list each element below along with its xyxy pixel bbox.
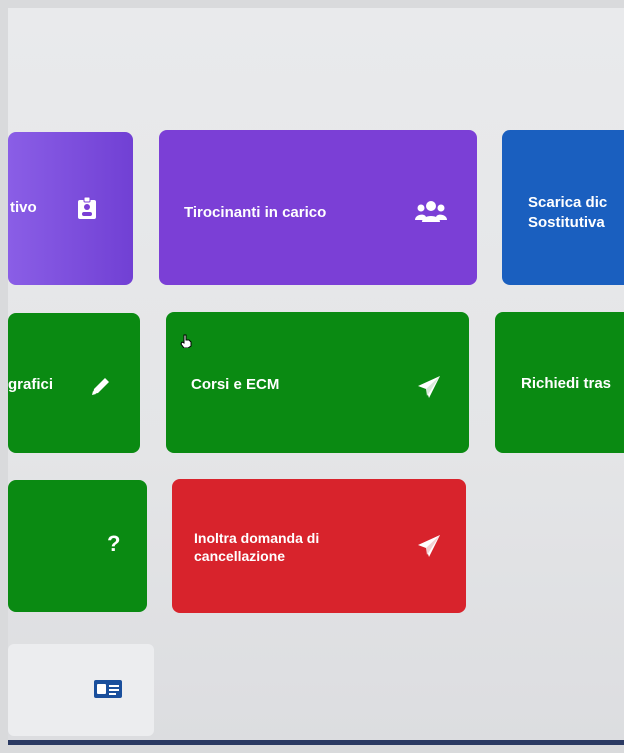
tile-anagrafici-label: grafici	[8, 376, 54, 393]
tile-help[interactable]: ?	[8, 480, 147, 612]
tile-scarica-label: Scarica dic Sostitutiva	[528, 194, 608, 231]
users-icon	[414, 198, 448, 224]
hand-cursor-icon	[180, 334, 192, 349]
tile-tirocinanti[interactable]: Tirocinanti in carico	[159, 130, 477, 285]
pencil-icon	[88, 373, 114, 399]
tile-anagrafici[interactable]: grafici	[8, 313, 140, 453]
tile-inoltra-cancellazione[interactable]: Inoltra domanda di cancellazione	[172, 479, 466, 613]
tile-richiedi-trasferimento[interactable]: Richiedi tras	[495, 312, 624, 453]
tile-richiedi-label: Richiedi tras	[521, 375, 612, 392]
tile-inoltra-label: Inoltra domanda di cancellazione	[194, 530, 320, 564]
tile-attivo[interactable]: tivo	[8, 132, 133, 285]
bottom-card[interactable]	[8, 644, 154, 736]
tile-scarica[interactable]: Scarica dic Sostitutiva	[502, 130, 624, 285]
paper-plane-icon	[416, 533, 442, 559]
tile-tirocinanti-label: Tirocinanti in carico	[184, 204, 327, 221]
tile-corsi-ecm[interactable]: Corsi e ECM	[166, 312, 469, 453]
screen: tivo Tirocinanti in carico Scarica dic S	[8, 8, 624, 745]
id-card-icon	[94, 680, 122, 703]
screen-bottom-edge	[8, 740, 624, 745]
id-badge-icon	[74, 195, 100, 221]
tile-corsi-ecm-label: Corsi e ECM	[191, 376, 280, 393]
tile-attivo-label: tivo	[10, 199, 37, 216]
question-icon: ?	[107, 531, 121, 556]
paper-plane-icon	[416, 374, 442, 400]
